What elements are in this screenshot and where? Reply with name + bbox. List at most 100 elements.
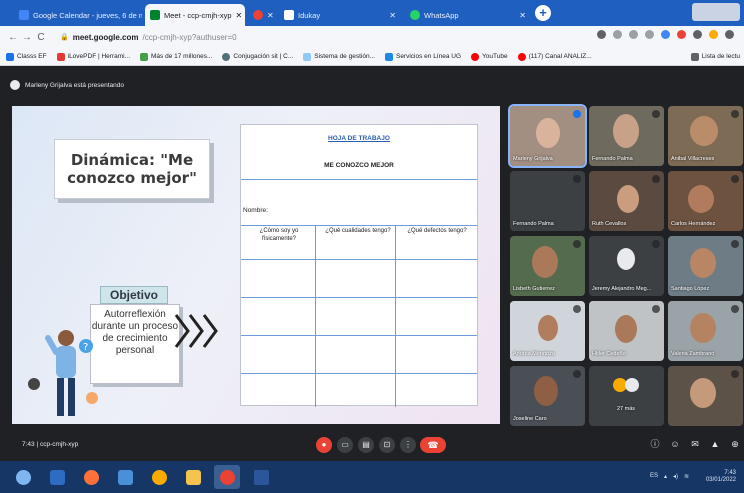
participant-tile[interactable] bbox=[668, 366, 743, 426]
start-button[interactable] bbox=[10, 465, 36, 489]
participant-tile[interactable]: Joseline Caro bbox=[510, 366, 585, 426]
bookmark-item[interactable]: (117) Canal ANALIZ... bbox=[517, 52, 592, 61]
youtube-icon bbox=[517, 52, 526, 61]
network-icon[interactable]: ▴ bbox=[664, 473, 667, 480]
url-field[interactable]: 🔒 meet.google.com/ccp-cmjh-xyp?authuser=… bbox=[54, 29, 243, 45]
chat-icon[interactable]: ✉ bbox=[690, 439, 700, 449]
taskbar-app[interactable] bbox=[78, 465, 104, 489]
worksheet: HOJA DE TRABAJO ME CONOZCO MEJOR Nombre:… bbox=[240, 124, 478, 407]
camera-button[interactable]: ▭ bbox=[337, 437, 353, 453]
tab-idukay[interactable]: Idukay ✕ bbox=[279, 4, 401, 26]
language-indicator[interactable]: ES bbox=[650, 473, 658, 480]
mic-off-icon bbox=[731, 370, 739, 378]
close-icon[interactable]: ✕ bbox=[267, 11, 274, 20]
participant-tile[interactable]: Marleny Grijalva bbox=[508, 104, 587, 168]
column-header: ¿Qué cualidades tengo? bbox=[325, 228, 391, 234]
participant-tile[interactable]: Lisbeth Gutierrez bbox=[510, 236, 585, 296]
participant-name: Ruth Cevallos bbox=[592, 221, 627, 227]
mic-off-icon bbox=[573, 175, 581, 183]
bookmark-label: Más de 17 millones... bbox=[151, 53, 213, 60]
browser-tab-bar: Google Calendar - jueves, 6 de m ✕ Meet … bbox=[0, 0, 744, 26]
puzzle-icon[interactable] bbox=[693, 30, 702, 39]
participant-tile[interactable]: Carlos Hernández bbox=[668, 171, 743, 231]
participant-tile[interactable]: Ruth Cevallos bbox=[589, 171, 664, 231]
participant-tile[interactable]: Valeria Zambrano bbox=[668, 301, 743, 361]
idukay-icon bbox=[284, 10, 294, 20]
info-icon[interactable]: ⓘ bbox=[650, 439, 660, 449]
participant-video bbox=[688, 185, 714, 213]
worksheet-subtitle: ME CONOZCO MEJOR bbox=[324, 162, 394, 169]
url-host: meet.google.com bbox=[72, 32, 139, 42]
bookmark-item[interactable]: Más de 17 millones... bbox=[140, 52, 213, 61]
taskbar-app[interactable] bbox=[44, 465, 70, 489]
captions-button[interactable]: ▤ bbox=[358, 437, 374, 453]
close-icon[interactable]: ✕ bbox=[519, 11, 526, 20]
more-participants-count: 27 más bbox=[617, 406, 636, 412]
avatar[interactable] bbox=[709, 30, 718, 39]
more-participants-tile[interactable]: 27 más bbox=[589, 366, 664, 426]
bookmark-label: Classs EF bbox=[17, 53, 47, 60]
taskbar-app[interactable] bbox=[112, 465, 138, 489]
participant-tile[interactable]: Andrea Mendoza bbox=[510, 301, 585, 361]
participant-video bbox=[534, 376, 558, 406]
present-button[interactable]: ⊡ bbox=[379, 437, 395, 453]
bookmark-item[interactable]: Conjugación sit | C... bbox=[222, 52, 293, 61]
tab-meet[interactable]: Meet - ccp-cmjh-xyp ✕ bbox=[145, 4, 245, 26]
taskbar-app[interactable] bbox=[146, 465, 172, 489]
people-icon[interactable]: ☺ bbox=[670, 439, 680, 449]
activities-icon[interactable]: ▲ bbox=[710, 439, 720, 449]
taskbar-app[interactable] bbox=[248, 465, 274, 489]
more-options-button[interactable]: ⋮ bbox=[400, 437, 416, 453]
participant-tile[interactable]: Fernando Palma bbox=[589, 106, 664, 166]
taskbar-app[interactable] bbox=[214, 465, 240, 489]
tab-whatsapp[interactable]: WhatsApp ✕ bbox=[405, 4, 531, 26]
column-header: ¿Cómo soy yo físicamente? bbox=[259, 228, 299, 242]
lock-icon: 🔒 bbox=[60, 34, 69, 41]
extension-icon[interactable] bbox=[677, 30, 686, 39]
tab-recording[interactable]: ✕ bbox=[248, 4, 276, 26]
participant-tile[interactable]: Santiago López bbox=[668, 236, 743, 296]
participant-tile[interactable]: Jeremy Alejandro Meg... bbox=[589, 236, 664, 296]
clock[interactable]: 7:43 03/01/2022 bbox=[706, 470, 736, 484]
mic-off-button[interactable]: ● bbox=[316, 437, 332, 453]
bookmark-item[interactable]: iLovePDF | Herrami... bbox=[56, 52, 130, 61]
zoom-icon[interactable] bbox=[613, 30, 622, 39]
close-icon[interactable]: ✕ bbox=[389, 11, 396, 20]
bookmark-item[interactable]: Servicios en Línea UG bbox=[384, 52, 461, 61]
clock-time: 7:43 bbox=[724, 470, 736, 476]
share-icon[interactable] bbox=[629, 30, 638, 39]
taskbar-app[interactable] bbox=[180, 465, 206, 489]
bookmark-item[interactable]: Classs EF bbox=[6, 52, 47, 61]
window-controls[interactable] bbox=[692, 3, 740, 21]
participant-name: Fernando Palma bbox=[592, 156, 633, 162]
reload-icon[interactable]: C bbox=[34, 32, 48, 43]
wifi-icon[interactable]: ≋ bbox=[684, 473, 689, 480]
reading-list[interactable]: Lista de lectu bbox=[690, 52, 740, 61]
star-icon[interactable] bbox=[645, 30, 654, 39]
forward-icon[interactable]: → bbox=[20, 32, 34, 43]
presenting-text: Marleny Grijalva está presentando bbox=[25, 81, 124, 89]
participant-video bbox=[615, 315, 637, 343]
divider bbox=[395, 225, 396, 407]
menu-icon[interactable] bbox=[725, 30, 734, 39]
participant-tile[interactable]: Anibal Villacreses bbox=[668, 106, 743, 166]
close-icon[interactable]: ✕ bbox=[236, 11, 243, 20]
volume-icon[interactable]: ◂) bbox=[673, 473, 678, 480]
bookmarks-bar: Classs EF iLovePDF | Herrami... Más de 1… bbox=[0, 48, 744, 66]
bookmark-item[interactable]: YouTube bbox=[471, 52, 508, 61]
participant-tile[interactable]: Hitler Cedeño bbox=[589, 301, 664, 361]
divider bbox=[241, 179, 477, 180]
lock-icon[interactable]: ⊕ bbox=[730, 439, 740, 449]
bookmark-icon bbox=[140, 52, 148, 61]
speaking-icon bbox=[573, 110, 581, 118]
extension-icon[interactable] bbox=[661, 30, 670, 39]
tab-google-calendar[interactable]: Google Calendar - jueves, 6 de m ✕ bbox=[14, 4, 142, 26]
divider bbox=[241, 259, 477, 260]
new-tab-button[interactable]: + bbox=[535, 5, 551, 21]
bookmark-item[interactable]: Sistema de gestión... bbox=[303, 52, 375, 61]
back-icon[interactable]: ← bbox=[6, 32, 20, 43]
participant-name: Anibal Villacreses bbox=[671, 156, 715, 162]
leave-call-button[interactable]: ☎ bbox=[420, 437, 446, 453]
camera-icon[interactable] bbox=[597, 30, 606, 39]
participant-tile[interactable]: Fernando Palma bbox=[510, 171, 585, 231]
